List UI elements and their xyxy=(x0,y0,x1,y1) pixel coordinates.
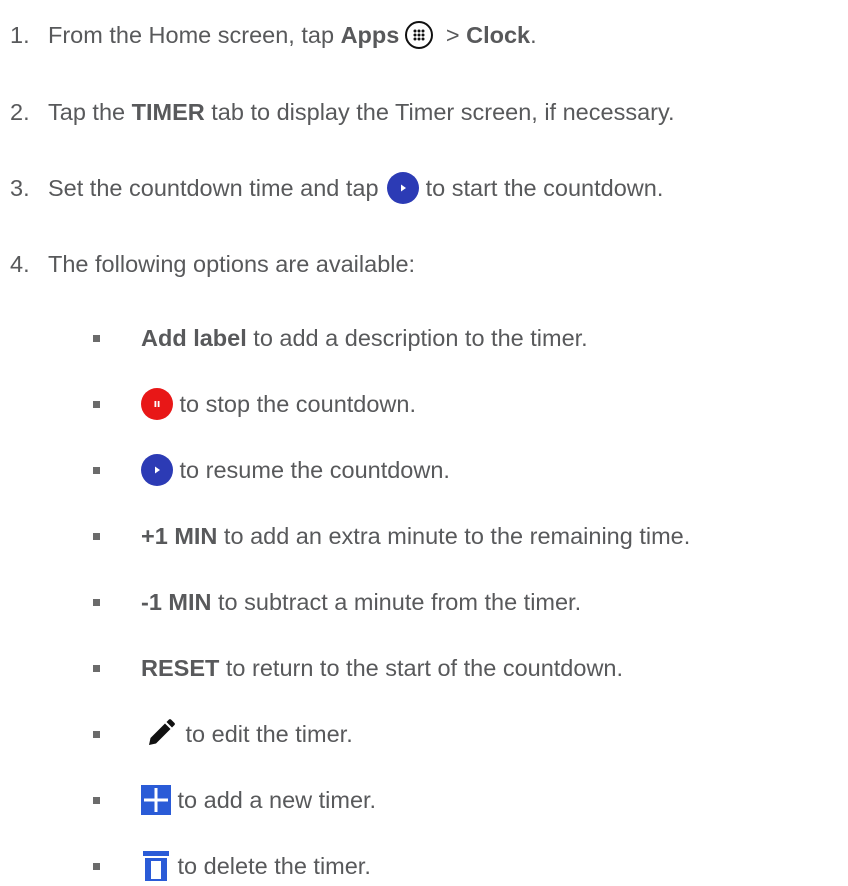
option-name: +1 MIN xyxy=(141,522,218,549)
bullet-marker xyxy=(93,334,100,342)
option-name: RESET xyxy=(141,654,220,681)
option-edit: to edit the timer. xyxy=(93,714,353,754)
pause-icon xyxy=(141,388,173,420)
bullet-marker xyxy=(93,862,100,870)
step-1: 1. From the Home screen, tap Apps > Cloc… xyxy=(10,15,537,55)
timer-tab-label: TIMER xyxy=(131,98,205,125)
step-text: Tap the xyxy=(48,98,132,125)
bullet-marker xyxy=(93,598,100,606)
option-text: to return to the start of the countdown. xyxy=(219,654,624,681)
option-text: to subtract a minute from the timer. xyxy=(211,588,582,615)
play-icon xyxy=(387,172,420,204)
trash-icon xyxy=(141,851,171,881)
bullet-marker xyxy=(93,400,100,408)
option-text: to resume the countdown. xyxy=(173,456,450,483)
option-minus-one-min: -1 MIN to subtract a minute from the tim… xyxy=(93,582,581,622)
option-text: to delete the timer. xyxy=(171,852,371,879)
option-text: to add an extra minute to the remaining … xyxy=(217,522,691,549)
step-text: . xyxy=(530,21,537,48)
step-number: 4. xyxy=(10,250,30,277)
option-name: Add label xyxy=(141,324,247,351)
clock-label: Clock xyxy=(466,21,531,48)
step-4: 4. The following options are available: xyxy=(10,244,415,284)
option-text: to edit the timer. xyxy=(179,720,353,747)
step-2: 2. Tap the TIMER tab to display the Time… xyxy=(10,92,675,132)
step-text: From the Home screen, tap xyxy=(48,21,341,48)
option-add-timer: to add a new timer. xyxy=(93,780,376,820)
option-delete: to delete the timer. xyxy=(93,846,371,886)
step-3: 3. Set the countdown time and tap to sta… xyxy=(10,168,663,208)
step-number: 1. xyxy=(10,21,30,48)
option-resume: to resume the countdown. xyxy=(93,450,450,490)
bullet-marker xyxy=(93,532,100,540)
pencil-icon xyxy=(141,715,179,753)
bullet-marker xyxy=(93,796,100,804)
option-add-label: Add label to add a description to the ti… xyxy=(93,318,588,358)
bullet-marker xyxy=(93,664,100,672)
option-reset: RESET to return to the start of the coun… xyxy=(93,648,623,688)
step-text: Set the countdown time and tap xyxy=(48,174,386,201)
step-text: The following options are available: xyxy=(48,250,416,277)
option-text: to add a description to the timer. xyxy=(246,324,588,351)
apps-label: Apps xyxy=(340,21,400,48)
step-number: 2. xyxy=(10,98,30,125)
option-name: -1 MIN xyxy=(141,588,212,615)
plus-icon xyxy=(141,785,171,815)
play-icon xyxy=(141,454,173,486)
option-stop: to stop the countdown. xyxy=(93,384,416,424)
step-text: > xyxy=(439,21,467,48)
bullet-marker xyxy=(93,730,100,738)
step-number: 3. xyxy=(10,174,30,201)
option-plus-one-min: +1 MIN to add an extra minute to the rem… xyxy=(93,516,690,556)
step-text: tab to display the Timer screen, if nece… xyxy=(204,98,675,125)
option-text: to stop the countdown. xyxy=(173,390,416,417)
step-text: to start the countdown. xyxy=(419,174,664,201)
apps-icon xyxy=(405,21,434,49)
bullet-marker xyxy=(93,466,100,474)
option-text: to add a new timer. xyxy=(171,786,377,813)
